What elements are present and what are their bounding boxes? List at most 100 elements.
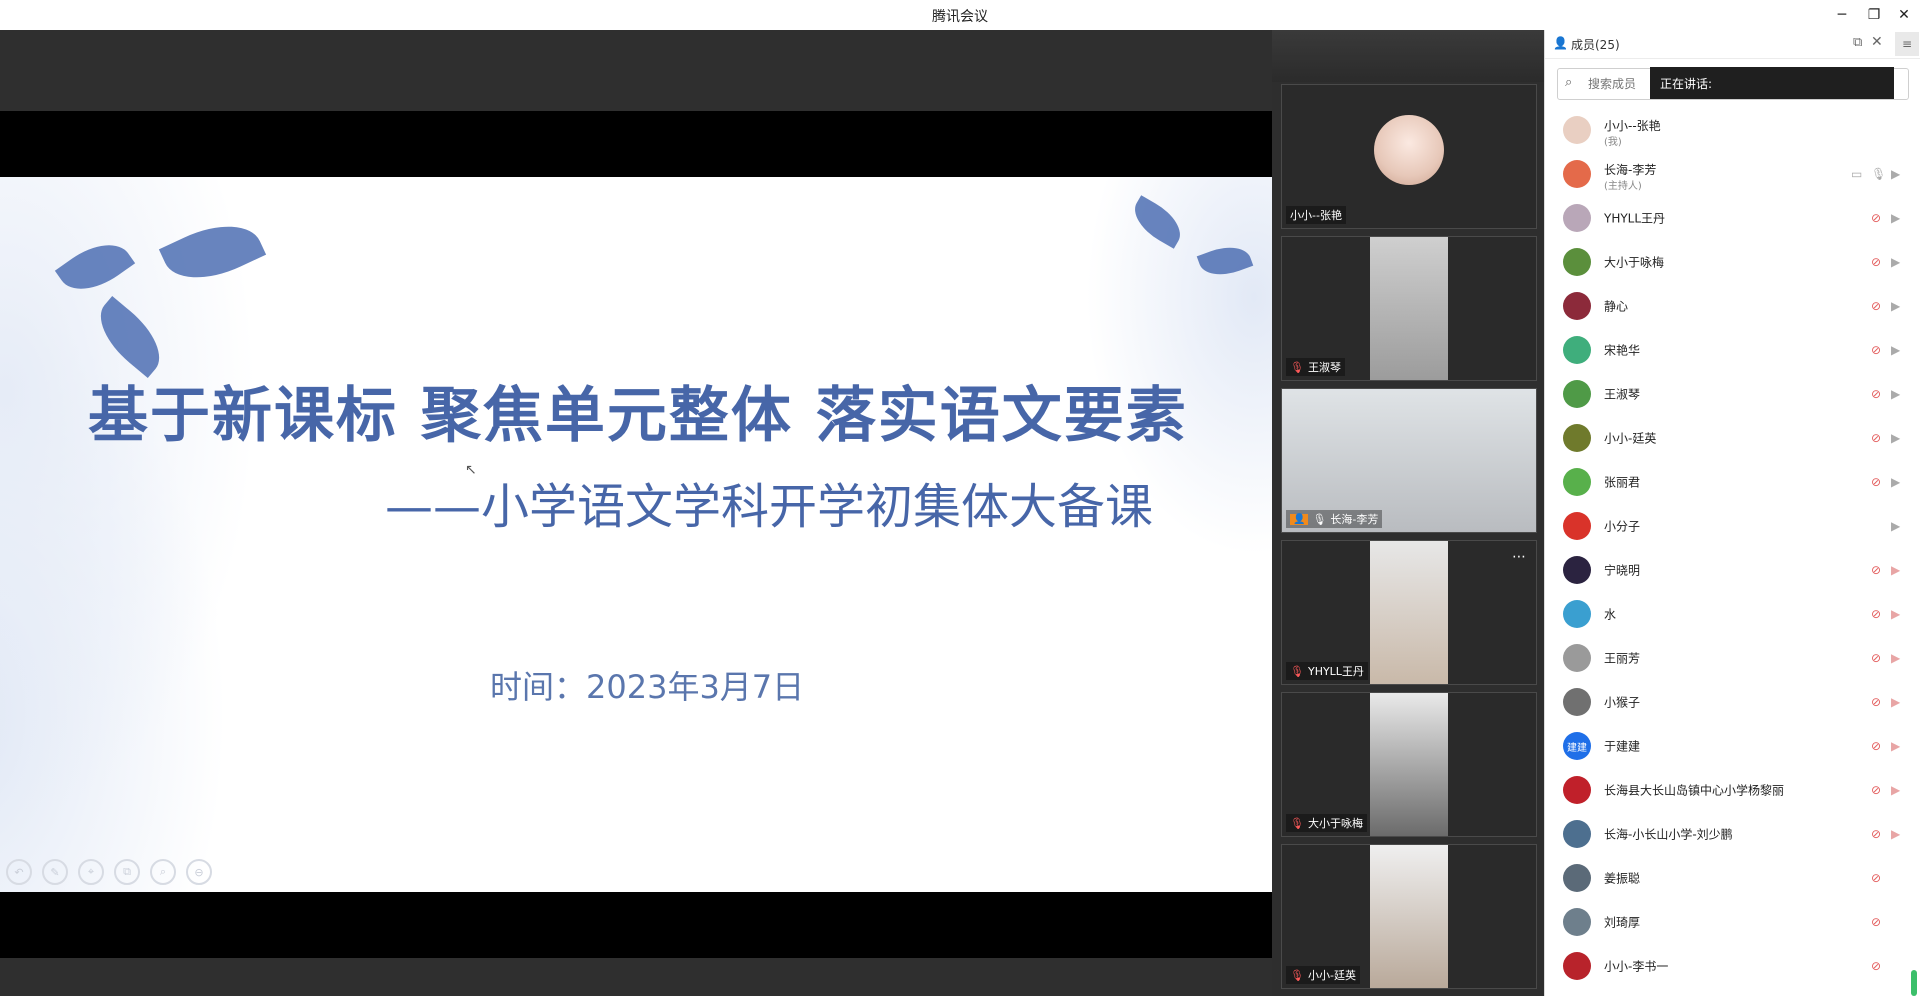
camera-icon[interactable]: ▶ [1891, 343, 1900, 357]
mic-icon: 🎙 [1312, 512, 1327, 526]
member-name: 王丽芳 [1604, 651, 1641, 666]
menu-icon[interactable]: ≡ [1895, 32, 1919, 56]
member-row[interactable]: 王淑琴 ⊘ ▶ [1545, 372, 1920, 416]
member-row[interactable]: 小小--张艳 (我) [1545, 108, 1920, 152]
video-tile[interactable]: 🎙 王淑琴 [1281, 236, 1537, 381]
slide-tool-icon[interactable]: ↶ [6, 859, 32, 885]
member-row[interactable]: 静心 ⊘ ▶ [1545, 284, 1920, 328]
mic-muted-icon[interactable]: ⊘ [1871, 255, 1881, 269]
more-options-icon[interactable]: ⋯ [1512, 549, 1526, 565]
member-row[interactable]: 张丽君 ⊘ ▶ [1545, 460, 1920, 504]
avatar [1563, 820, 1591, 848]
member-row[interactable]: 宁晓明 ⊘ ▶ [1545, 548, 1920, 592]
mic-muted-icon[interactable]: ⊘ [1871, 695, 1881, 709]
mic-muted-icon[interactable]: ⊘ [1871, 387, 1881, 401]
camera-off-icon[interactable]: ▶ [1891, 739, 1900, 753]
slide-tool-icon[interactable]: ⌕ [150, 859, 176, 885]
member-row[interactable]: 大小于咏梅 ⊘ ▶ [1545, 240, 1920, 284]
video-tile-label: 小小--张艳 [1286, 206, 1346, 224]
popout-icon[interactable]: ⧉ [1853, 35, 1862, 50]
speaking-indicator: 正在讲话: [1650, 67, 1894, 99]
user-icon: 👤 [1553, 36, 1568, 50]
mic-muted-icon: 🎙 [1290, 968, 1304, 982]
mic-muted-icon[interactable]: ⊘ [1871, 783, 1881, 797]
members-title: 成员(25) [1571, 38, 1620, 52]
slide-tool-icon[interactable]: ⊖ [186, 859, 212, 885]
member-name: 小小--张艳 [1604, 119, 1661, 133]
camera-off-icon[interactable]: ▶ [1891, 607, 1900, 621]
mic-muted-icon[interactable]: ⊘ [1871, 211, 1881, 225]
mic-muted-icon[interactable]: ⊘ [1871, 343, 1881, 357]
video-tile[interactable]: 🎙 小小-廷英 [1281, 844, 1537, 989]
minimize-button[interactable]: ─ [1828, 4, 1856, 26]
mic-muted-icon[interactable]: ⊘ [1871, 915, 1881, 929]
title-bar: 腾讯会议 ─ ❐ ✕ [0, 0, 1920, 31]
member-row[interactable]: 小猴子 ⊘ ▶ [1545, 680, 1920, 724]
mic-muted-icon[interactable]: ⊘ [1871, 739, 1881, 753]
camera-off-icon[interactable]: ▶ [1891, 695, 1900, 709]
slide-tool-icon[interactable]: ⌖ [78, 859, 104, 885]
member-row[interactable]: 水 ⊘ ▶ [1545, 592, 1920, 636]
member-row[interactable]: 建建 于建建 ⊘ ▶ [1545, 724, 1920, 768]
mic-muted-icon[interactable]: ⊘ [1871, 871, 1881, 885]
member-row[interactable]: 宋艳华 ⊘ ▶ [1545, 328, 1920, 372]
restore-button[interactable]: ❐ [1860, 4, 1888, 26]
mic-muted-icon[interactable]: ⊘ [1871, 299, 1881, 313]
camera-icon[interactable]: ▶ [1891, 387, 1900, 401]
camera-icon[interactable]: ▶ [1891, 431, 1900, 445]
camera-off-icon[interactable]: ▶ [1891, 783, 1900, 797]
mic-icon[interactable]: 🎙 [1871, 167, 1886, 181]
slide-tool-icon[interactable]: ✎ [42, 859, 68, 885]
shared-screen-area[interactable]: 基于新课标 聚焦单元整体 落实语文要素 ——小学语文学科开学初集体大备课 时间：… [0, 30, 1272, 996]
video-tile[interactable]: 👤 🎙 长海-李芳 [1281, 388, 1537, 533]
camera-off-icon[interactable]: ▶ [1891, 651, 1900, 665]
close-window-button[interactable]: ✕ [1890, 4, 1918, 26]
member-row[interactable]: 小小-李书一 ⊘ [1545, 944, 1920, 988]
camera-icon[interactable]: ▶ [1891, 167, 1900, 181]
presentation-slide[interactable]: 基于新课标 聚焦单元整体 落实语文要素 ——小学语文学科开学初集体大备课 时间：… [0, 177, 1272, 892]
camera-off-icon[interactable]: ▶ [1891, 827, 1900, 841]
mic-muted-icon[interactable]: ⊘ [1871, 475, 1881, 489]
camera-icon[interactable]: ▶ [1891, 255, 1900, 269]
member-row[interactable]: 长海-李芳 (主持人) ▭ 🎙 ▶ [1545, 152, 1920, 196]
mic-muted-icon[interactable]: ⊘ [1871, 563, 1881, 577]
video-feed [1370, 237, 1448, 380]
video-tile-label: 🎙 小小-廷英 [1286, 966, 1360, 984]
camera-icon[interactable]: ▶ [1891, 475, 1900, 489]
member-row[interactable]: 小分子 ▶ [1545, 504, 1920, 548]
member-row[interactable]: 小小-廷英 ⊘ ▶ [1545, 416, 1920, 460]
camera-icon[interactable]: ▶ [1891, 211, 1900, 225]
member-row[interactable]: YHYLL王丹 ⊘ ▶ [1545, 196, 1920, 240]
scrollbar[interactable] [1911, 970, 1917, 996]
close-icon[interactable]: ✕ [1871, 34, 1883, 50]
video-tile-label: 🎙 王淑琴 [1286, 358, 1345, 376]
member-row[interactable]: 王丽芳 ⊘ ▶ [1545, 636, 1920, 680]
avatar [1563, 160, 1591, 188]
member-row[interactable]: 刘琦厚 ⊘ [1545, 900, 1920, 944]
slide-title: 基于新课标 聚焦单元整体 落实语文要素 [88, 381, 1188, 451]
camera-icon[interactable]: ▶ [1891, 299, 1900, 313]
video-feed [1370, 693, 1448, 836]
camera-off-icon[interactable]: ▶ [1891, 563, 1900, 577]
avatar [1563, 864, 1591, 892]
avatar [1563, 204, 1591, 232]
video-tile[interactable]: ⋯ 🎙 YHYLL王丹 [1281, 540, 1537, 685]
mic-muted-icon[interactable]: ⊘ [1871, 827, 1881, 841]
member-name: 水 [1604, 607, 1617, 622]
mic-muted-icon[interactable]: ⊘ [1871, 959, 1881, 973]
mic-muted-icon[interactable]: ⊘ [1871, 651, 1881, 665]
members-panel: 👤 成员(25) ⧉ ✕ ≡ ⌕ 正在讲话: 小小--张艳 (我) 长海-李芳 (主持… [1544, 30, 1920, 996]
mic-muted-icon[interactable]: ⊘ [1871, 431, 1881, 445]
camera-icon[interactable]: ▶ [1891, 519, 1900, 533]
member-row[interactable]: 长海-小长山小学-刘少鹏 ⊘ ▶ [1545, 812, 1920, 856]
video-tile[interactable]: 小小--张艳 [1281, 84, 1537, 229]
member-name: 大小于咏梅 [1604, 255, 1665, 270]
slide-tool-icon[interactable]: ⧉ [114, 859, 140, 885]
mic-muted-icon[interactable]: ⊘ [1871, 607, 1881, 621]
member-row[interactable]: 姜振聪 ⊘ [1545, 856, 1920, 900]
video-tile[interactable]: 🎙 大小于咏梅 [1281, 692, 1537, 837]
members-panel-header: 👤 成员(25) ⧉ ✕ ≡ [1545, 30, 1920, 59]
avatar [1563, 908, 1591, 936]
mouse-cursor-icon: ↖ [465, 462, 477, 478]
member-row[interactable]: 长海县大长山岛镇中心小学杨黎丽 ⊘ ▶ [1545, 768, 1920, 812]
